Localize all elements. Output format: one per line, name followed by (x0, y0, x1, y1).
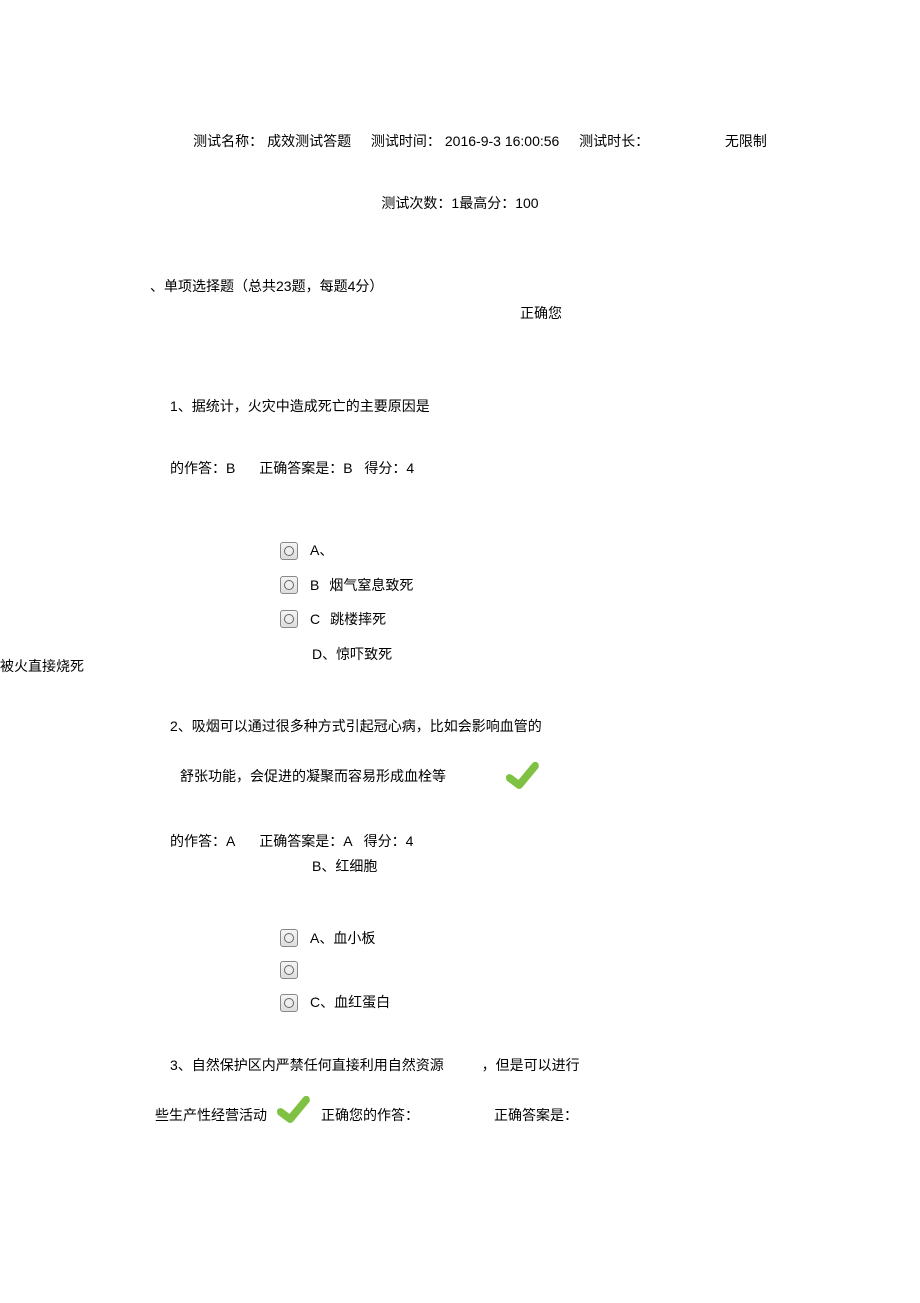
section-title: 、单项选择题（总共23题，每题4分） (150, 275, 920, 297)
q3-line2d: 正确答案是： (494, 1104, 578, 1126)
radio-icon[interactable] (280, 542, 298, 560)
q1-option-a[interactable]: A、 (280, 539, 920, 561)
duration-label: 测试时长： (579, 133, 649, 149)
test-time: 2016-9-3 16:00:56 (445, 133, 559, 149)
q2-answer-line: 的作答：A 正确答案是：A 得分：4 (170, 830, 920, 852)
q1-option-b[interactable]: B 烟气窒息致死 (280, 574, 920, 596)
q1-option-d: D、惊吓致死 (312, 643, 920, 665)
page-container: 测试名称：成效测试答题 测试时间：2016-9-3 16:00:56 测试时长：… (0, 130, 920, 1129)
q1-opt-b-label: B (310, 574, 319, 596)
q2-line2: 舒张功能，会促进的凝聚而容易形成血栓等 (180, 765, 446, 787)
q1-opt-a-label: A、 (310, 539, 333, 561)
q2-answer-val: A (226, 833, 235, 849)
q2-answer-prefix: 的作答： (170, 833, 226, 849)
radio-icon[interactable] (280, 994, 298, 1012)
q1-answer-val: B (226, 460, 235, 476)
q3-line1b: ，但是可以进行 (482, 1057, 580, 1073)
q1-opt-c-text: 跳楼摔死 (330, 608, 386, 630)
correct-you-label: 正确您 (520, 302, 920, 324)
q2-score-label: 得分： (364, 833, 406, 849)
count-label: 测试次数： (381, 195, 451, 211)
q1-text: 1、据统计，火灾中造成死亡的主要原因是 (170, 395, 920, 417)
q1-opt-c-label: C (310, 608, 320, 630)
q2-opt-a-label: A、血小板 (310, 927, 375, 949)
test-name: 成效测试答题 (267, 133, 351, 149)
test-time-label: 测试时间： (371, 133, 441, 149)
q2-option-blank[interactable] (280, 961, 920, 979)
q3-line2: 些生产性经营活动 正确您的作答： 正确答案是： (155, 1101, 920, 1129)
q1-opt-b-text: 烟气窒息致死 (329, 574, 413, 596)
q2-opt-b: B、红细胞 (312, 855, 920, 877)
q3-line2a: 些生产性经营活动 (155, 1104, 267, 1126)
q1-side-text: 被火直接烧死 (0, 655, 84, 677)
q2-correct-val: A (343, 833, 352, 849)
radio-icon[interactable] (280, 929, 298, 947)
q2-options: A、血小板 C、血红蛋白 (280, 927, 920, 1014)
q1-score-val: 4 (406, 460, 414, 476)
q1-answer-line: 的作答：B 正确答案是：B 得分：4 (170, 457, 920, 479)
q1-option-c[interactable]: C 跳楼摔死 (280, 608, 920, 630)
q2-option-c[interactable]: C、血红蛋白 (280, 991, 920, 1013)
q2-score-val: 4 (406, 833, 414, 849)
max-value: 100 (515, 195, 538, 211)
radio-icon[interactable] (280, 961, 298, 979)
checkmark-icon (504, 760, 542, 792)
test-name-label: 测试名称： (193, 133, 263, 149)
q1-score-label: 得分： (364, 460, 406, 476)
q3-line1a: 3、自然保护区内严禁任何直接利用自然资源 (170, 1057, 444, 1073)
q2-line1: 2、吸烟可以通过很多种方式引起冠心病，比如会影响血管的 (170, 715, 920, 737)
q2-line2-row: 舒张功能，会促进的凝聚而容易形成血栓等 (180, 762, 920, 790)
q3-line2b: 正确 (321, 1104, 349, 1126)
checkmark-icon (275, 1094, 313, 1126)
q2-option-a[interactable]: A、血小板 (280, 927, 920, 949)
duration-value: 无限制 (725, 133, 767, 149)
question-2: 2、吸烟可以通过很多种方式引起冠心病，比如会影响血管的 舒张功能，会促进的凝聚而… (0, 715, 920, 1014)
header-line-2: 测试次数：1最高分：100 (0, 192, 920, 214)
q1-options: A、 B 烟气窒息致死 C 跳楼摔死 (280, 539, 920, 630)
header-line-1: 测试名称：成效测试答题 测试时间：2016-9-3 16:00:56 测试时长：… (0, 130, 920, 152)
q1-answer-prefix: 的作答： (170, 460, 226, 476)
radio-icon[interactable] (280, 610, 298, 628)
q3-line2c: 您的作答： (349, 1104, 419, 1126)
radio-icon[interactable] (280, 576, 298, 594)
q2-correct-label: 正确答案是： (259, 833, 343, 849)
q3-line1: 3、自然保护区内严禁任何直接利用自然资源 ，但是可以进行 (170, 1054, 920, 1076)
q1-correct-val: B (343, 460, 352, 476)
q2-opt-c-label: C、血红蛋白 (310, 991, 390, 1013)
q1-correct-label: 正确答案是： (259, 460, 343, 476)
question-1: 1、据统计，火灾中造成死亡的主要原因是 的作答：B 正确答案是：B 得分：4 被… (0, 395, 920, 665)
max-label: 最高分： (459, 195, 515, 211)
question-3: 3、自然保护区内严禁任何直接利用自然资源 ，但是可以进行 些生产性经营活动 正确… (0, 1054, 920, 1129)
